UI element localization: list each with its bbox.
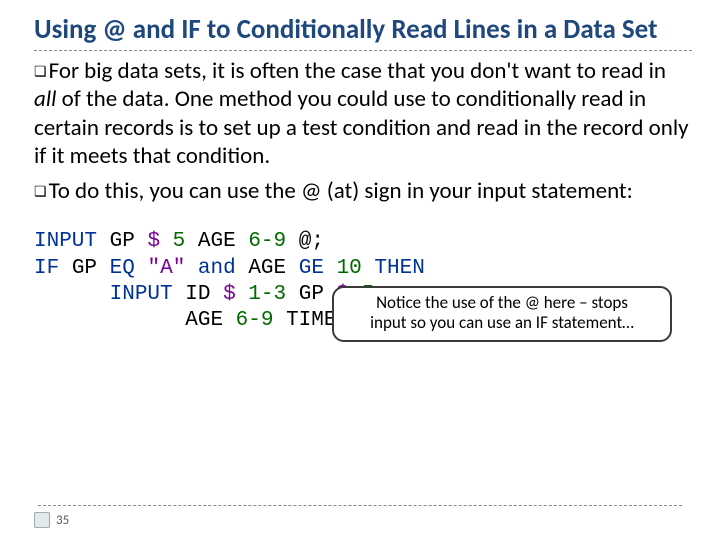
n6-9: 6-9 xyxy=(248,230,286,253)
sp xyxy=(236,283,249,306)
bullet-1-em: all xyxy=(34,85,56,113)
sp xyxy=(173,283,186,306)
id-age: AGE xyxy=(185,309,223,332)
sp xyxy=(185,230,198,253)
callout-note: Notice the use of the @ here – stops inp… xyxy=(332,286,672,342)
bullet-1-post: of the data. One method you could use to… xyxy=(34,85,689,170)
n1-3: 1-3 xyxy=(248,283,286,306)
page-number: 35 xyxy=(56,513,69,528)
id-gp: GP xyxy=(110,230,135,253)
callout-line-1: Notice the use of the @ here – stops xyxy=(344,293,660,313)
kw-ge: GE xyxy=(299,257,324,280)
sp xyxy=(210,283,223,306)
bullet-marker-icon: ❏ xyxy=(34,183,47,200)
sp xyxy=(286,257,299,280)
slide-badge-icon xyxy=(34,512,50,528)
kw-if: IF xyxy=(34,257,59,280)
kw-eq: EQ xyxy=(110,257,135,280)
sp xyxy=(236,230,249,253)
sp xyxy=(286,230,299,253)
at: @ xyxy=(299,230,312,253)
bullet-1-pre: For big data sets, it is often the case … xyxy=(49,57,666,85)
kw-input: INPUT xyxy=(110,283,173,306)
footer-divider xyxy=(38,505,682,506)
sp xyxy=(97,257,110,280)
bullet-2-text: To do this, you can use the @ (at) sign … xyxy=(49,177,633,205)
sp xyxy=(185,257,198,280)
code-line-1: INPUT GP $ 5 AGE 6-9 @; xyxy=(34,229,692,255)
sp xyxy=(236,257,249,280)
bullet-2: ❏To do this, you can use the @ (at) sign… xyxy=(34,177,692,206)
n10: 10 xyxy=(337,257,362,280)
id-age: AGE xyxy=(248,257,286,280)
bullet-marker-icon: ❏ xyxy=(34,63,47,80)
kw-then: THEN xyxy=(374,257,424,280)
sp xyxy=(223,309,236,332)
str-dollar: $ xyxy=(147,230,160,253)
id-age: AGE xyxy=(198,230,236,253)
sp xyxy=(59,257,72,280)
id-gp: GP xyxy=(72,257,97,280)
sp xyxy=(273,309,286,332)
bullet-1: ❏For big data sets, it is often the case… xyxy=(34,57,692,171)
sp xyxy=(135,230,148,253)
slide-title: Using @ and IF to Conditionally Read Lin… xyxy=(34,14,692,51)
sp xyxy=(97,230,110,253)
str-dollar: $ xyxy=(223,283,236,306)
id-id: ID xyxy=(185,283,210,306)
callout-line-2: input so you can use an IF statement… xyxy=(344,313,660,333)
body-text: ❏For big data sets, it is often the case… xyxy=(34,57,692,206)
n5: 5 xyxy=(173,230,186,253)
kw-input: INPUT xyxy=(34,230,97,253)
id-gp: GP xyxy=(299,283,324,306)
semi: ; xyxy=(311,230,324,253)
str-a: "A" xyxy=(147,257,185,280)
n6-9: 6-9 xyxy=(236,309,274,332)
slide: Using @ and IF to Conditionally Read Lin… xyxy=(0,0,720,540)
kw-and: and xyxy=(198,257,236,280)
code-line-2: IF GP EQ "A" and AGE GE 10 THEN xyxy=(34,256,692,282)
sp xyxy=(135,257,148,280)
sp xyxy=(160,230,173,253)
sp xyxy=(362,257,375,280)
sp xyxy=(324,257,337,280)
sp xyxy=(286,283,299,306)
